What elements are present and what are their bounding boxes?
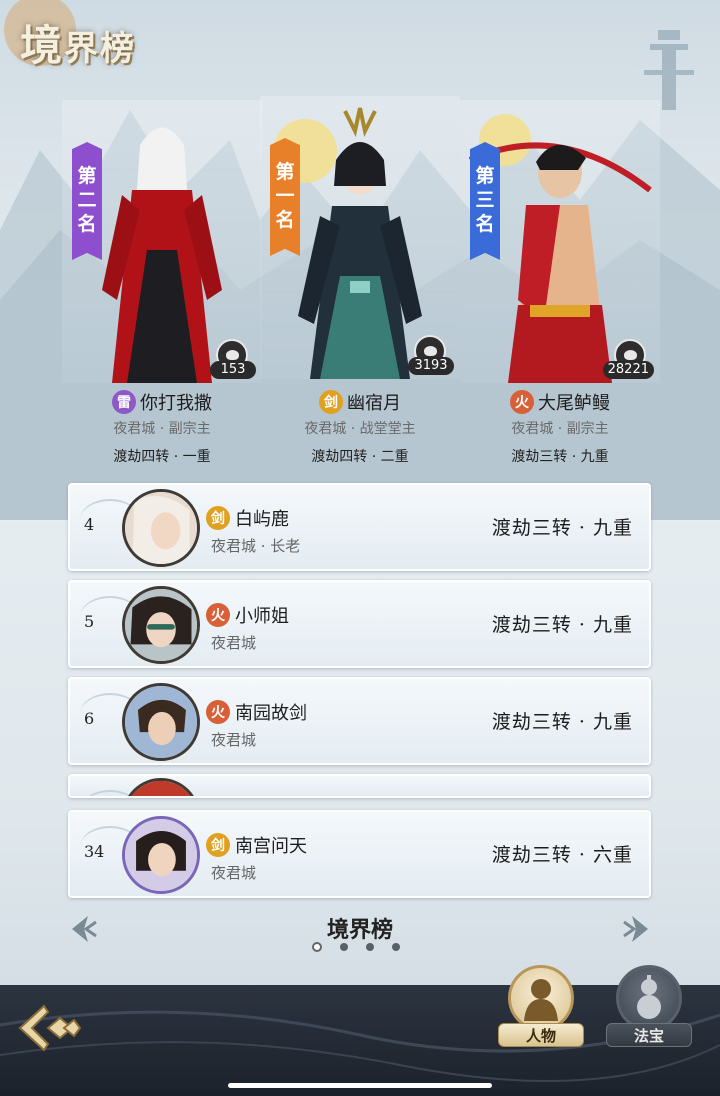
chevron-right-icon[interactable] <box>622 912 654 946</box>
rank-banner: 第三名 <box>470 142 500 260</box>
player-sect: 夜君城 <box>211 634 257 652</box>
player-name: 你打我撒 <box>140 393 212 414</box>
element-badge: 剑 <box>319 390 343 414</box>
back-arrow-icon[interactable] <box>14 1000 84 1056</box>
podium-card-rank-1[interactable]: 第一名 3193 <box>260 96 460 379</box>
element-badge: 剑 <box>206 506 230 530</box>
pager-title: 境界榜 <box>326 917 393 943</box>
player-realm: 渡劫三转 · 六重 <box>491 844 633 866</box>
home-indicator <box>228 1083 492 1088</box>
avatar <box>122 778 200 796</box>
avatar[interactable] <box>122 586 200 664</box>
player-realm: 渡劫三转 · 九重 <box>491 711 633 733</box>
rank-banner: 第二名 <box>72 142 102 260</box>
ranking-row[interactable]: 6 火 南园故剑 夜君城 渡劫三转 · 九重 <box>68 677 651 765</box>
ranking-row[interactable]: 5 火 小师姐 夜君城 渡劫三转 · 九重 <box>68 580 651 668</box>
player-realm: 渡劫三转 · 九重 <box>491 517 633 539</box>
element-badge: 火 <box>510 390 534 414</box>
player-realm: 渡劫四转 · 二重 <box>311 449 409 465</box>
podium-info-rank-2: 雷 你打我撒 夜君城 · 副宗主 渡劫四转 · 一重 <box>62 388 262 466</box>
tab-treasure-label: 法宝 <box>606 1023 692 1047</box>
player-name: 小师姐 <box>235 606 289 627</box>
gourd-icon <box>637 975 661 1019</box>
player-name: 幽宿月 <box>347 393 401 414</box>
player-sect: 夜君城 · 副宗主 <box>113 421 211 437</box>
player-name-line: 剑 白屿鹿 <box>206 505 289 531</box>
player-name: 南宫问天 <box>235 836 307 857</box>
like-counter[interactable]: 28221 <box>598 339 654 379</box>
player-name-line[interactable]: 剑 幽宿月 <box>260 388 460 416</box>
player-realm: 渡劫三转 · 九重 <box>511 449 609 465</box>
tab-person-label: 人物 <box>498 1023 584 1047</box>
player-name-line: 剑 南宫问天 <box>206 832 307 858</box>
avatar[interactable] <box>122 816 200 894</box>
element-badge: 火 <box>206 603 230 627</box>
rank-number: 5 <box>84 612 95 631</box>
player-sect: 夜君城 <box>211 731 257 749</box>
page-dot-1[interactable] <box>312 942 322 952</box>
rank-number: 6 <box>84 709 95 728</box>
player-sect: 夜君城 · 战堂堂主 <box>304 421 416 437</box>
player-name-line: 火 小师姐 <box>206 602 289 628</box>
ranking-row-partial[interactable] <box>68 774 651 798</box>
tab-treasure[interactable]: 法宝 <box>606 965 692 1049</box>
player-realm: 渡劫三转 · 九重 <box>491 614 633 636</box>
player-sect: 夜君城 · 副宗主 <box>511 421 609 437</box>
podium-info-rank-1: 剑 幽宿月 夜君城 · 战堂堂主 渡劫四转 · 二重 <box>260 388 460 466</box>
element-badge: 火 <box>206 700 230 724</box>
podium-info-rank-3: 火 大尾鲈鳗 夜君城 · 副宗主 渡劫三转 · 九重 <box>460 388 660 466</box>
page-dot-3[interactable] <box>366 943 374 951</box>
player-name: 大尾鲈鳗 <box>538 393 610 414</box>
player-name: 白屿鹿 <box>235 509 289 530</box>
like-counter[interactable]: 3193 <box>398 335 454 375</box>
player-name-line: 火 南园故剑 <box>206 699 307 725</box>
element-badge: 剑 <box>206 833 230 857</box>
tab-person[interactable]: 人物 <box>498 965 584 1049</box>
podium-card-rank-3[interactable]: 第三名 28221 <box>460 100 660 383</box>
player-name-line[interactable]: 火 大尾鲈鳗 <box>460 388 660 416</box>
rank-number: 4 <box>84 515 95 534</box>
podium-card-rank-2[interactable]: 第二名 153 <box>62 100 262 383</box>
avatar[interactable] <box>122 489 200 567</box>
element-badge: 雷 <box>112 390 136 414</box>
person-silhouette-icon <box>524 979 558 1021</box>
player-sect: 夜君城 · 长老 <box>211 537 301 555</box>
like-counter[interactable]: 153 <box>200 339 256 379</box>
player-name: 南园故剑 <box>235 703 307 724</box>
avatar[interactable] <box>122 683 200 761</box>
player-sect: 夜君城 <box>211 864 257 882</box>
ranking-row-self[interactable]: 34 剑 南宫问天 夜君城 渡劫三转 · 六重 <box>68 810 651 898</box>
page-dot-4[interactable] <box>392 943 400 951</box>
player-realm: 渡劫四转 · 一重 <box>113 449 211 465</box>
page-dot-2[interactable] <box>340 943 348 951</box>
page-title: 境界榜 <box>20 21 137 70</box>
rank-banner: 第一名 <box>270 138 300 256</box>
player-name-line[interactable]: 雷 你打我撒 <box>62 388 262 416</box>
ranking-row[interactable]: 4 剑 白屿鹿 夜君城 · 长老 渡劫三转 · 九重 <box>68 483 651 571</box>
rank-number: 34 <box>84 842 105 861</box>
page-indicator <box>312 942 400 952</box>
